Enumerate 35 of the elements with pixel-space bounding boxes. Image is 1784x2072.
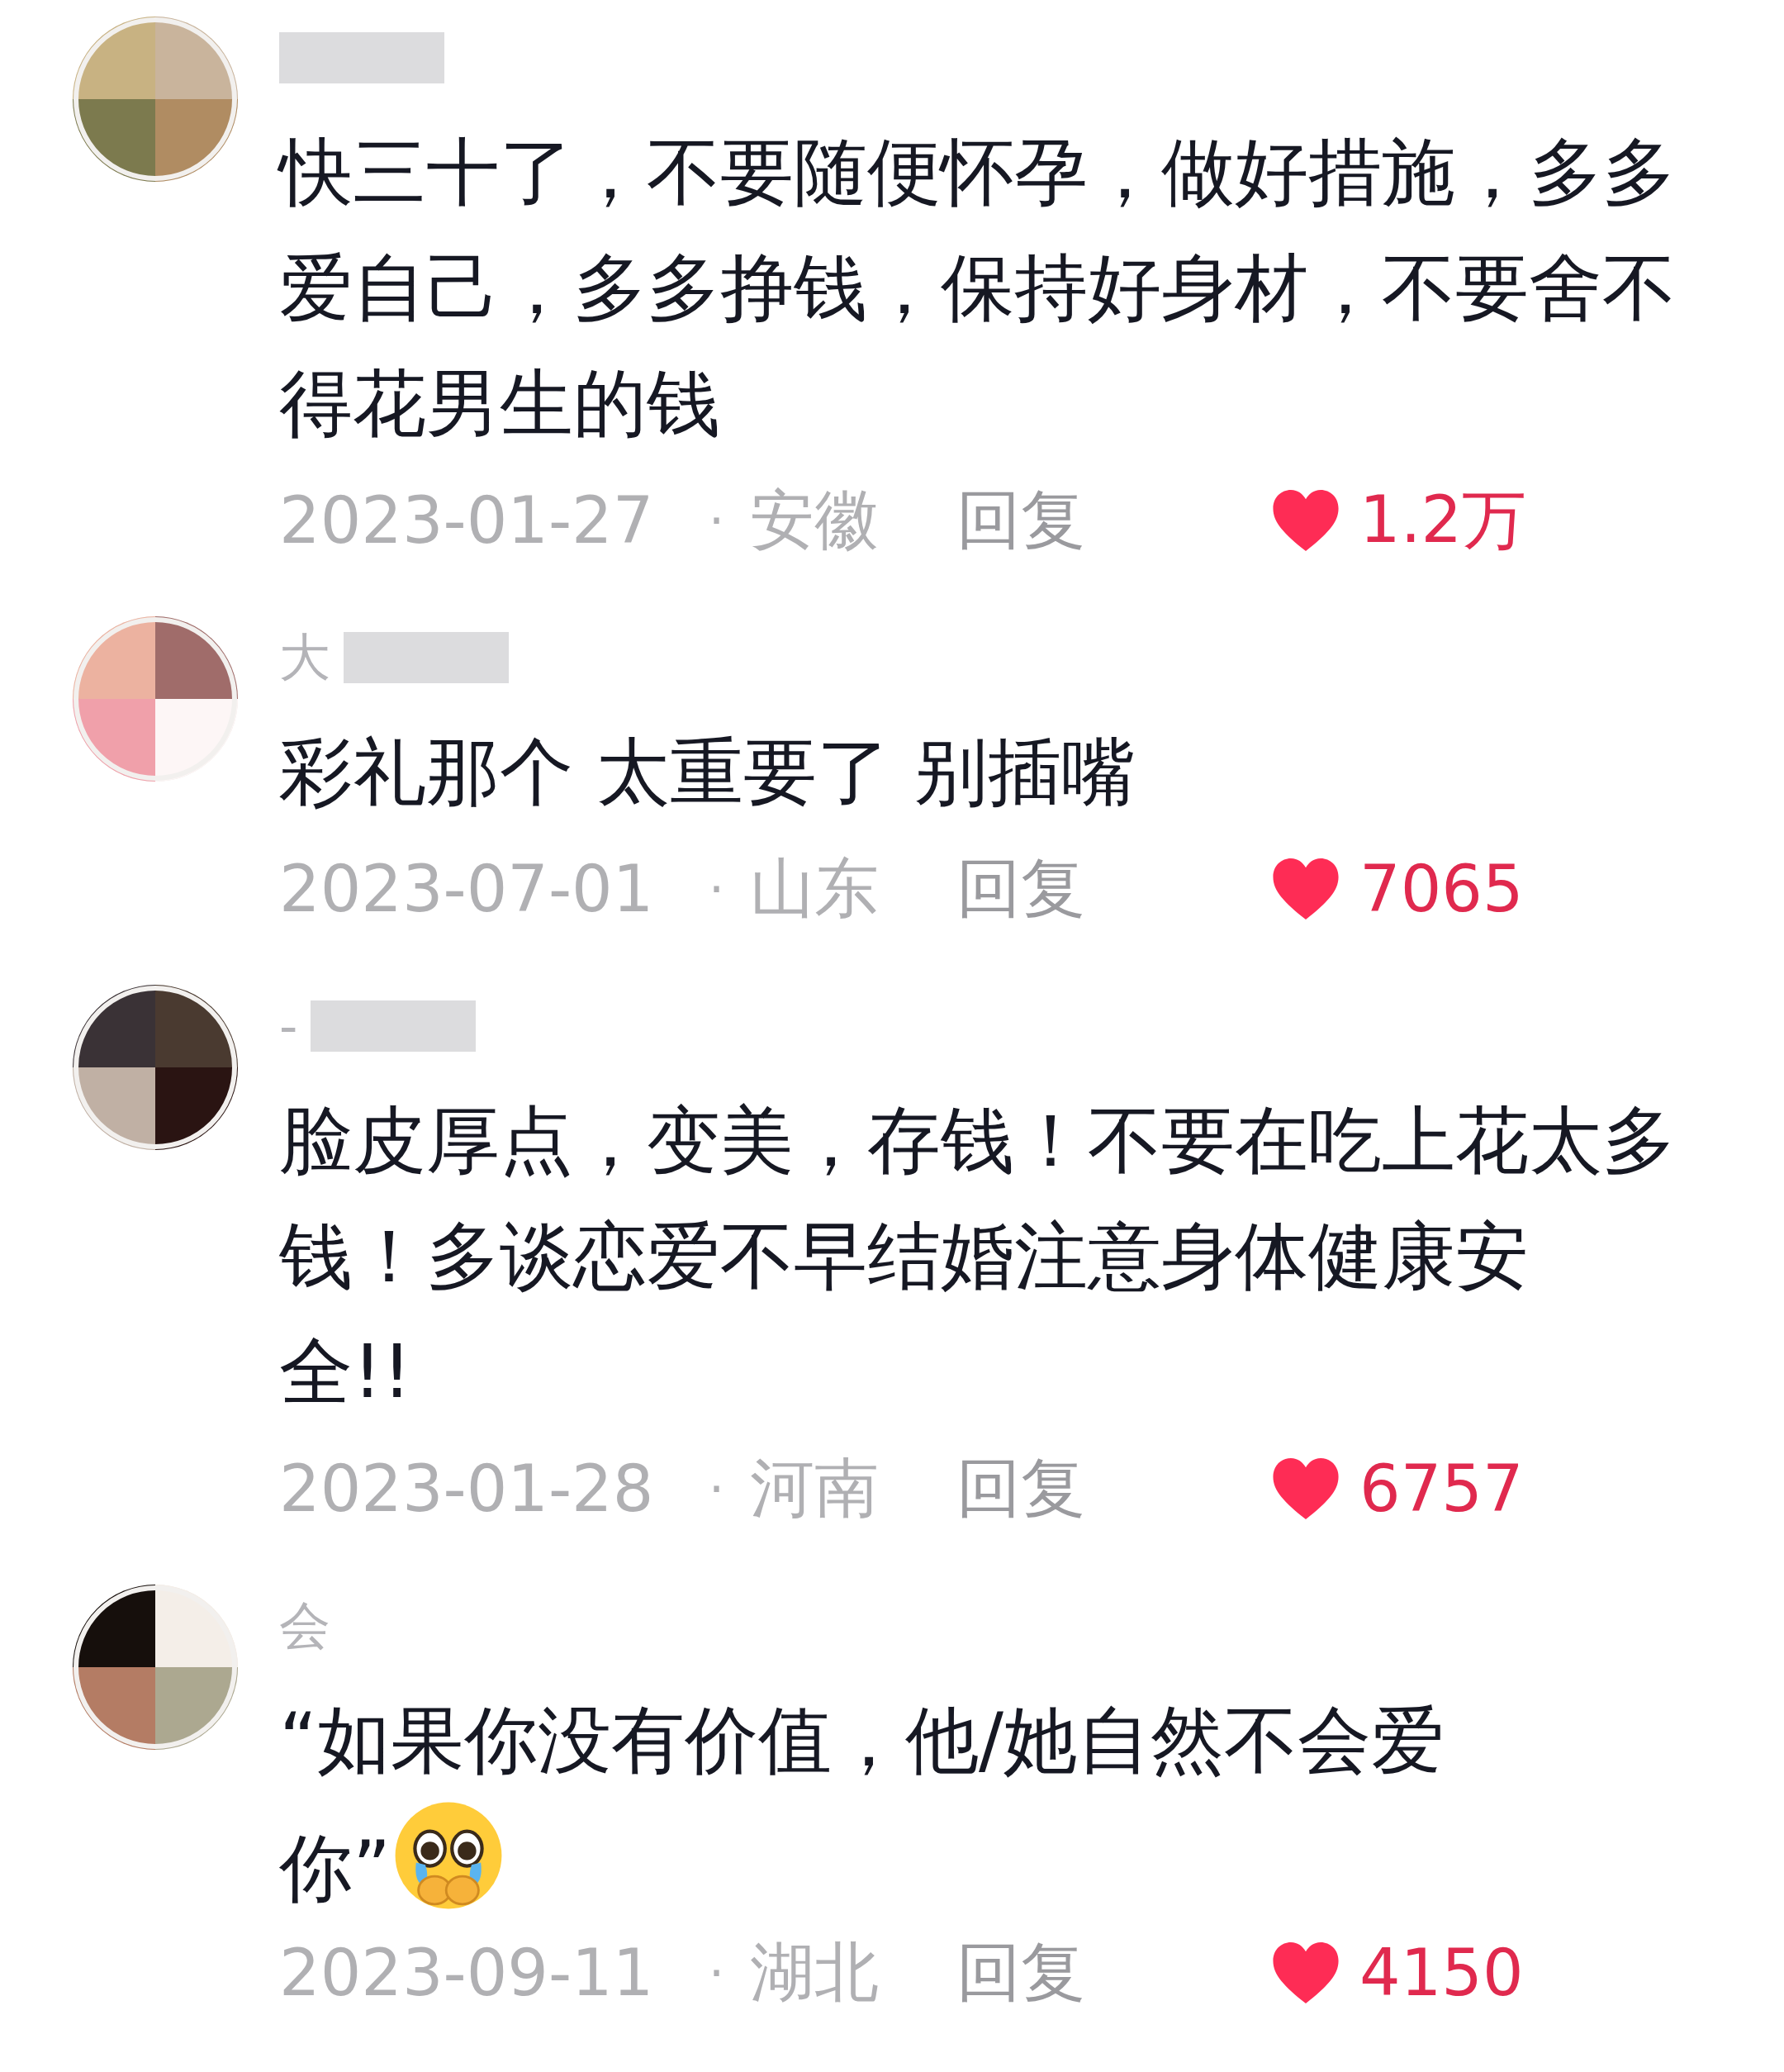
reply-link[interactable]: 回复	[956, 1929, 1270, 2017]
comment-text: “如果你没有价值，他/她自然不会爱	[279, 1697, 1445, 1783]
reply-link[interactable]: 回复	[956, 845, 1270, 933]
like-count: 1.2万	[1359, 481, 1527, 558]
comment-text: 钱！多谈恋爱不早结婚注意身体健康安	[279, 1213, 1529, 1299]
heart-icon[interactable]	[1270, 488, 1341, 553]
reply-link[interactable]: 回复	[956, 1445, 1270, 1533]
comment-location: 安徽	[750, 481, 880, 558]
comment-date: 2023-01-27	[279, 483, 655, 558]
comment-date: 2023-01-28	[279, 1452, 655, 1526]
like-count: 4150	[1359, 1936, 1524, 2010]
comment-date: 2023-07-01	[279, 852, 655, 926]
heart-icon[interactable]	[1270, 1941, 1341, 2005]
separator-dot: ·	[709, 492, 726, 549]
comment-text: 爱自己，多多挣钱，保持好身材，不要舍不	[279, 245, 1676, 330]
username[interactable]: -	[279, 996, 298, 1057]
username[interactable]: 会	[279, 1591, 330, 1661]
comment-location: 山东	[750, 849, 880, 927]
comment-location: 河南	[750, 1449, 880, 1527]
comment-text: 得花男生的钱	[279, 360, 720, 446]
heart-icon[interactable]	[1270, 857, 1341, 921]
comment-text: 脸皮厚点，变美，存钱！不要在吃上花太多	[279, 1097, 1676, 1183]
heart-icon[interactable]	[1270, 1457, 1341, 1521]
like-count: 6757	[1359, 1452, 1524, 1526]
comment-date: 2023-09-11	[279, 1936, 655, 2010]
comment-location: 湖北	[750, 1933, 880, 2011]
separator-dot: ·	[709, 1460, 726, 1518]
separator-dot: ·	[709, 1944, 726, 2002]
comment-text: 全!!	[279, 1328, 412, 1414]
reply-link[interactable]: 回复	[956, 477, 1270, 564]
comment-text: 你”	[279, 1825, 391, 1911]
comment-text: 彩礼那个 太重要了 别插嘴	[279, 729, 1135, 815]
username[interactable]: 大	[279, 623, 330, 692]
separator-dot: ·	[709, 860, 726, 918]
like-count: 7065	[1359, 852, 1524, 926]
